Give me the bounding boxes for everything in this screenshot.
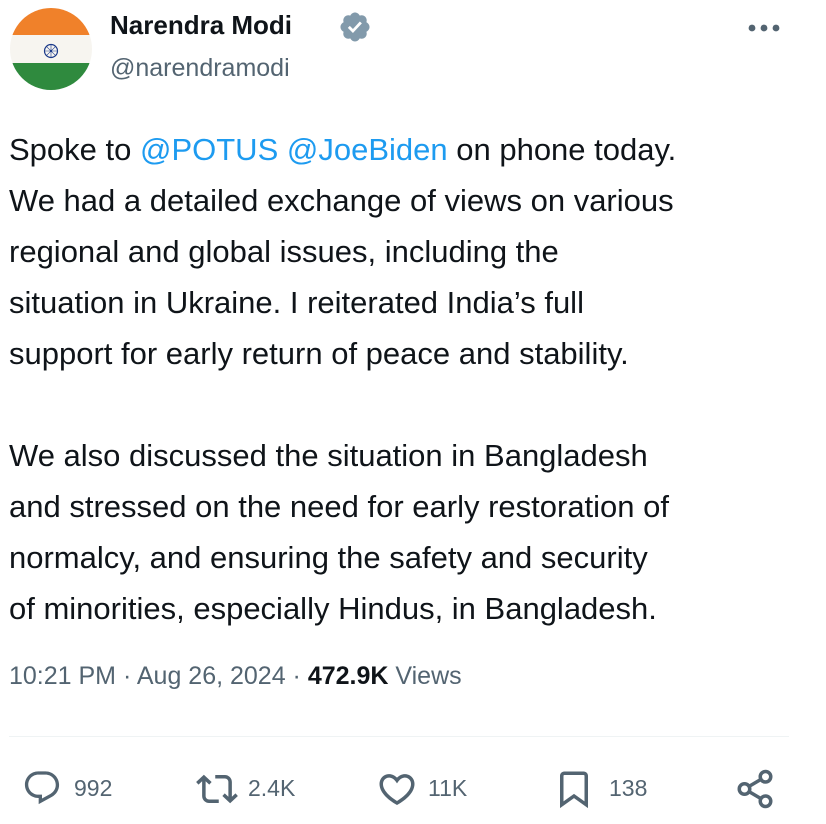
mention-potus[interactable]: @POTUS <box>140 132 278 167</box>
bookmark-count: 138 <box>609 775 648 801</box>
reply-icon <box>24 771 60 805</box>
repost-icon <box>196 774 238 804</box>
more-options-icon[interactable] <box>744 18 784 38</box>
tweet-text-start: Spoke to <box>9 132 140 167</box>
ashoka-chakra-icon <box>43 43 59 59</box>
meta-separator: · <box>116 662 137 690</box>
views-label[interactable]: Views <box>388 662 461 690</box>
views-count[interactable]: 472.9K <box>308 662 389 690</box>
repost-count: 2.4K <box>248 775 296 801</box>
bookmark-icon <box>560 771 588 809</box>
like-count: 11K <box>428 775 468 801</box>
share-button[interactable] <box>734 760 778 816</box>
repost-button[interactable]: 2.4K <box>196 760 316 816</box>
timestamp-date[interactable]: Aug 26, 2024 <box>137 662 286 690</box>
display-name[interactable]: Narendra Modi <box>110 10 292 41</box>
share-icon <box>737 769 773 809</box>
tweet-text: Spoke to @POTUS @JoeBiden on phone today… <box>9 124 809 634</box>
reply-count: 992 <box>74 775 113 801</box>
tweet-text-body: on phone today. We had a detailed exchan… <box>9 132 677 626</box>
verified-badge-icon[interactable] <box>338 10 372 44</box>
mention-joebiden[interactable]: @JoeBiden <box>287 132 448 167</box>
flag-green-band <box>10 62 92 90</box>
flag-saffron-band <box>10 8 92 36</box>
tweet-text-space <box>278 132 287 167</box>
bookmark-button[interactable]: 138 <box>553 760 663 816</box>
heart-icon <box>379 774 415 806</box>
handle[interactable]: @narendramodi <box>110 54 290 83</box>
tweet-header: Narendra Modi @narendramodi <box>0 0 826 100</box>
meta-separator: · <box>285 662 308 690</box>
reply-button[interactable]: 992 <box>22 760 132 816</box>
timestamp-time[interactable]: 10:21 PM <box>9 662 116 690</box>
tweet-meta: 10:21 PM · Aug 26, 2024 · 472.9K Views <box>9 662 462 691</box>
action-bar: 992 2.4K 11K 138 <box>0 760 826 820</box>
divider <box>9 736 789 737</box>
like-button[interactable]: 11K <box>376 760 486 816</box>
avatar[interactable] <box>10 8 92 90</box>
